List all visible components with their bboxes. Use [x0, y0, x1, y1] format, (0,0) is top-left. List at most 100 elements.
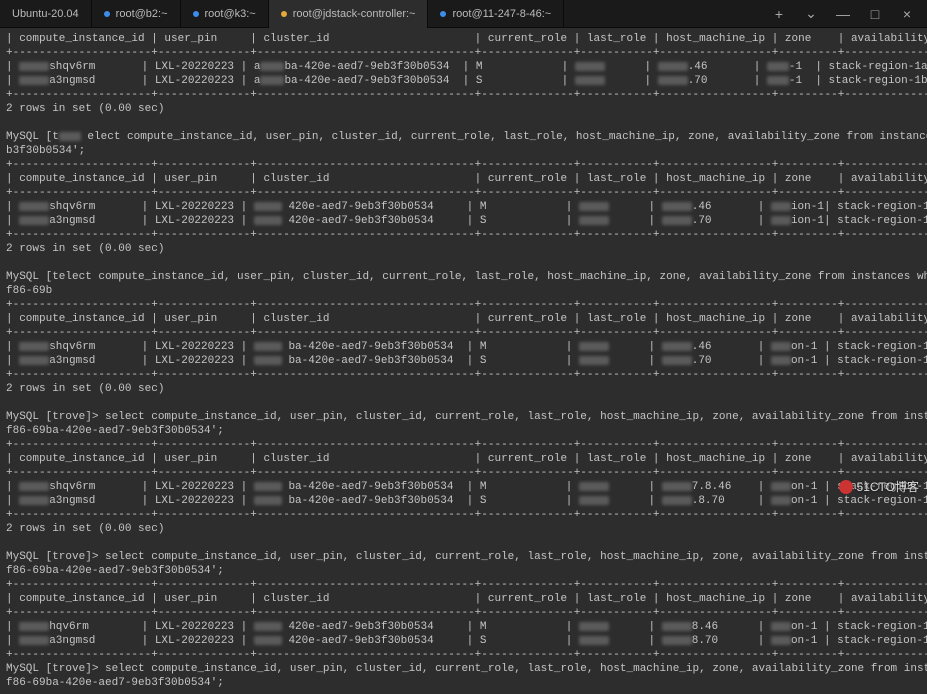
terminal-tab[interactable]: root@11-247-8-46:~: [428, 0, 564, 28]
tab-label: root@11-247-8-46:~: [452, 8, 551, 20]
redacted-region: [579, 622, 609, 631]
sql-continuation: f86-69ba-420e-aed7-9eb3f30b0534';: [6, 424, 921, 438]
redacted-region: [771, 342, 791, 351]
redacted-region: [19, 356, 49, 365]
redacted-region: [254, 482, 282, 491]
window-actions: + ⌄ — □ ×: [765, 4, 927, 24]
redacted-region: [767, 62, 789, 71]
redacted-region: [658, 62, 688, 71]
redacted-region: [662, 216, 692, 225]
sql-continuation: f86-69ba-420e-aed7-9eb3f30b0534';: [6, 564, 921, 578]
redacted-region: [662, 202, 692, 211]
window-titlebar: Ubuntu-20.04 root@b2:~ root@k3:~ root@jdsta…: [0, 0, 927, 28]
redacted-region: [771, 636, 791, 645]
redacted-region: [575, 62, 605, 71]
watermark-icon: [839, 480, 853, 494]
redacted-region: [579, 342, 609, 351]
redacted-region: [767, 76, 789, 85]
tab-label: root@jdstack-controller:~: [293, 8, 416, 20]
sql-continuation: f86-69ba-420e-aed7-9eb3f30b0534';: [6, 676, 921, 690]
redacted-region: [771, 202, 791, 211]
redacted-region: [579, 496, 609, 505]
table-row: | a3ngmsd | LXL-20220223 | 420e-aed7-9eb…: [6, 214, 921, 228]
redacted-region: [19, 482, 49, 491]
table-row: | a3ngmsd | LXL-20220223 | aba-420e-aed7…: [6, 74, 921, 88]
table-row: | shqv6rm | LXL-20220223 | ba-420e-aed7-…: [6, 340, 921, 354]
table-row: | shqv6rm | LXL-20220223 | 420e-aed7-9eb…: [6, 200, 921, 214]
redacted-region: [662, 356, 692, 365]
terminal-tab[interactable]: root@b2:~: [92, 0, 181, 28]
sql-prompt: MySQL [trove]> select compute_instance_i…: [6, 662, 921, 676]
sql-continuation: b3f30b0534';: [6, 144, 921, 158]
sql-prompt: MySQL [t elect compute_instance_id, user…: [6, 130, 921, 144]
terminal-tab[interactable]: root@jdstack-controller:~: [269, 0, 429, 28]
sql-prompt: MySQL [telect compute_instance_id, user_…: [6, 270, 921, 284]
redacted-region: [19, 202, 49, 211]
redacted-region: [254, 342, 282, 351]
tab-label: Ubuntu-20.04: [12, 8, 79, 20]
tab-status-icon: [193, 11, 199, 17]
redacted-region: [575, 76, 605, 85]
redacted-region: [260, 62, 284, 71]
redacted-region: [579, 482, 609, 491]
redacted-region: [662, 342, 692, 351]
tab-status-icon: [440, 11, 446, 17]
new-tab-button[interactable]: +: [765, 4, 793, 24]
redacted-region: [662, 636, 692, 645]
redacted-region: [662, 496, 692, 505]
close-button[interactable]: ×: [893, 4, 921, 24]
redacted-region: [59, 132, 81, 141]
redacted-region: [771, 482, 791, 491]
redacted-region: [579, 216, 609, 225]
redacted-region: [19, 216, 49, 225]
terminal-output[interactable]: | compute_instance_id | user_pin | clust…: [0, 28, 927, 694]
table-row: | shqv6rm | LXL-20220223 | aba-420e-aed7…: [6, 60, 921, 74]
tab-status-icon: [104, 11, 110, 17]
terminal-tab[interactable]: root@k3:~: [181, 0, 269, 28]
table-row: | hqv6rm | LXL-20220223 | 420e-aed7-9eb3…: [6, 620, 921, 634]
redacted-region: [662, 622, 692, 631]
table-row: | a3ngmsd | LXL-20220223 | ba-420e-aed7-…: [6, 354, 921, 368]
redacted-region: [771, 356, 791, 365]
redacted-region: [771, 216, 791, 225]
redacted-region: [254, 622, 282, 631]
redacted-region: [658, 76, 688, 85]
redacted-region: [19, 496, 49, 505]
sql-prompt: MySQL [trove]> select compute_instance_i…: [6, 550, 921, 564]
minimize-button[interactable]: —: [829, 4, 857, 24]
rows-footer: 2 rows in set (0.00 sec): [6, 522, 921, 536]
redacted-region: [662, 482, 692, 491]
table-row: | shqv6rm | LXL-20220223 | ba-420e-aed7-…: [6, 480, 921, 494]
rows-footer: 2 rows in set (0.00 sec): [6, 242, 921, 256]
sql-continuation: f86-69b: [6, 284, 921, 298]
table-row: | a3ngmsd | LXL-20220223 | ba-420e-aed7-…: [6, 494, 921, 508]
tab-label: root@b2:~: [116, 8, 168, 20]
redacted-region: [579, 202, 609, 211]
maximize-button[interactable]: □: [861, 4, 889, 24]
watermark: 51CTO博客: [839, 478, 919, 495]
watermark-text: 51CTO博客: [857, 478, 919, 495]
redacted-region: [254, 636, 282, 645]
redacted-region: [254, 356, 282, 365]
rows-footer: 2 rows in set (0.00 sec): [6, 382, 921, 396]
tab-label: root@k3:~: [205, 8, 256, 20]
table-row: | a3ngmsd | LXL-20220223 | 420e-aed7-9eb…: [6, 634, 921, 648]
sql-prompt: MySQL [trove]> select compute_instance_i…: [6, 410, 921, 424]
redacted-region: [254, 496, 282, 505]
redacted-region: [260, 76, 284, 85]
redacted-region: [771, 496, 791, 505]
redacted-region: [19, 76, 49, 85]
redacted-region: [579, 636, 609, 645]
redacted-region: [19, 622, 49, 631]
redacted-region: [254, 216, 282, 225]
redacted-region: [19, 62, 49, 71]
redacted-region: [579, 356, 609, 365]
terminal-tab[interactable]: Ubuntu-20.04: [0, 0, 92, 28]
redacted-region: [254, 202, 282, 211]
redacted-region: [19, 636, 49, 645]
redacted-region: [771, 622, 791, 631]
tab-status-icon: [281, 11, 287, 17]
redacted-region: [19, 342, 49, 351]
rows-footer: 2 rows in set (0.00 sec): [6, 102, 921, 116]
tab-dropdown-button[interactable]: ⌄: [797, 4, 825, 24]
